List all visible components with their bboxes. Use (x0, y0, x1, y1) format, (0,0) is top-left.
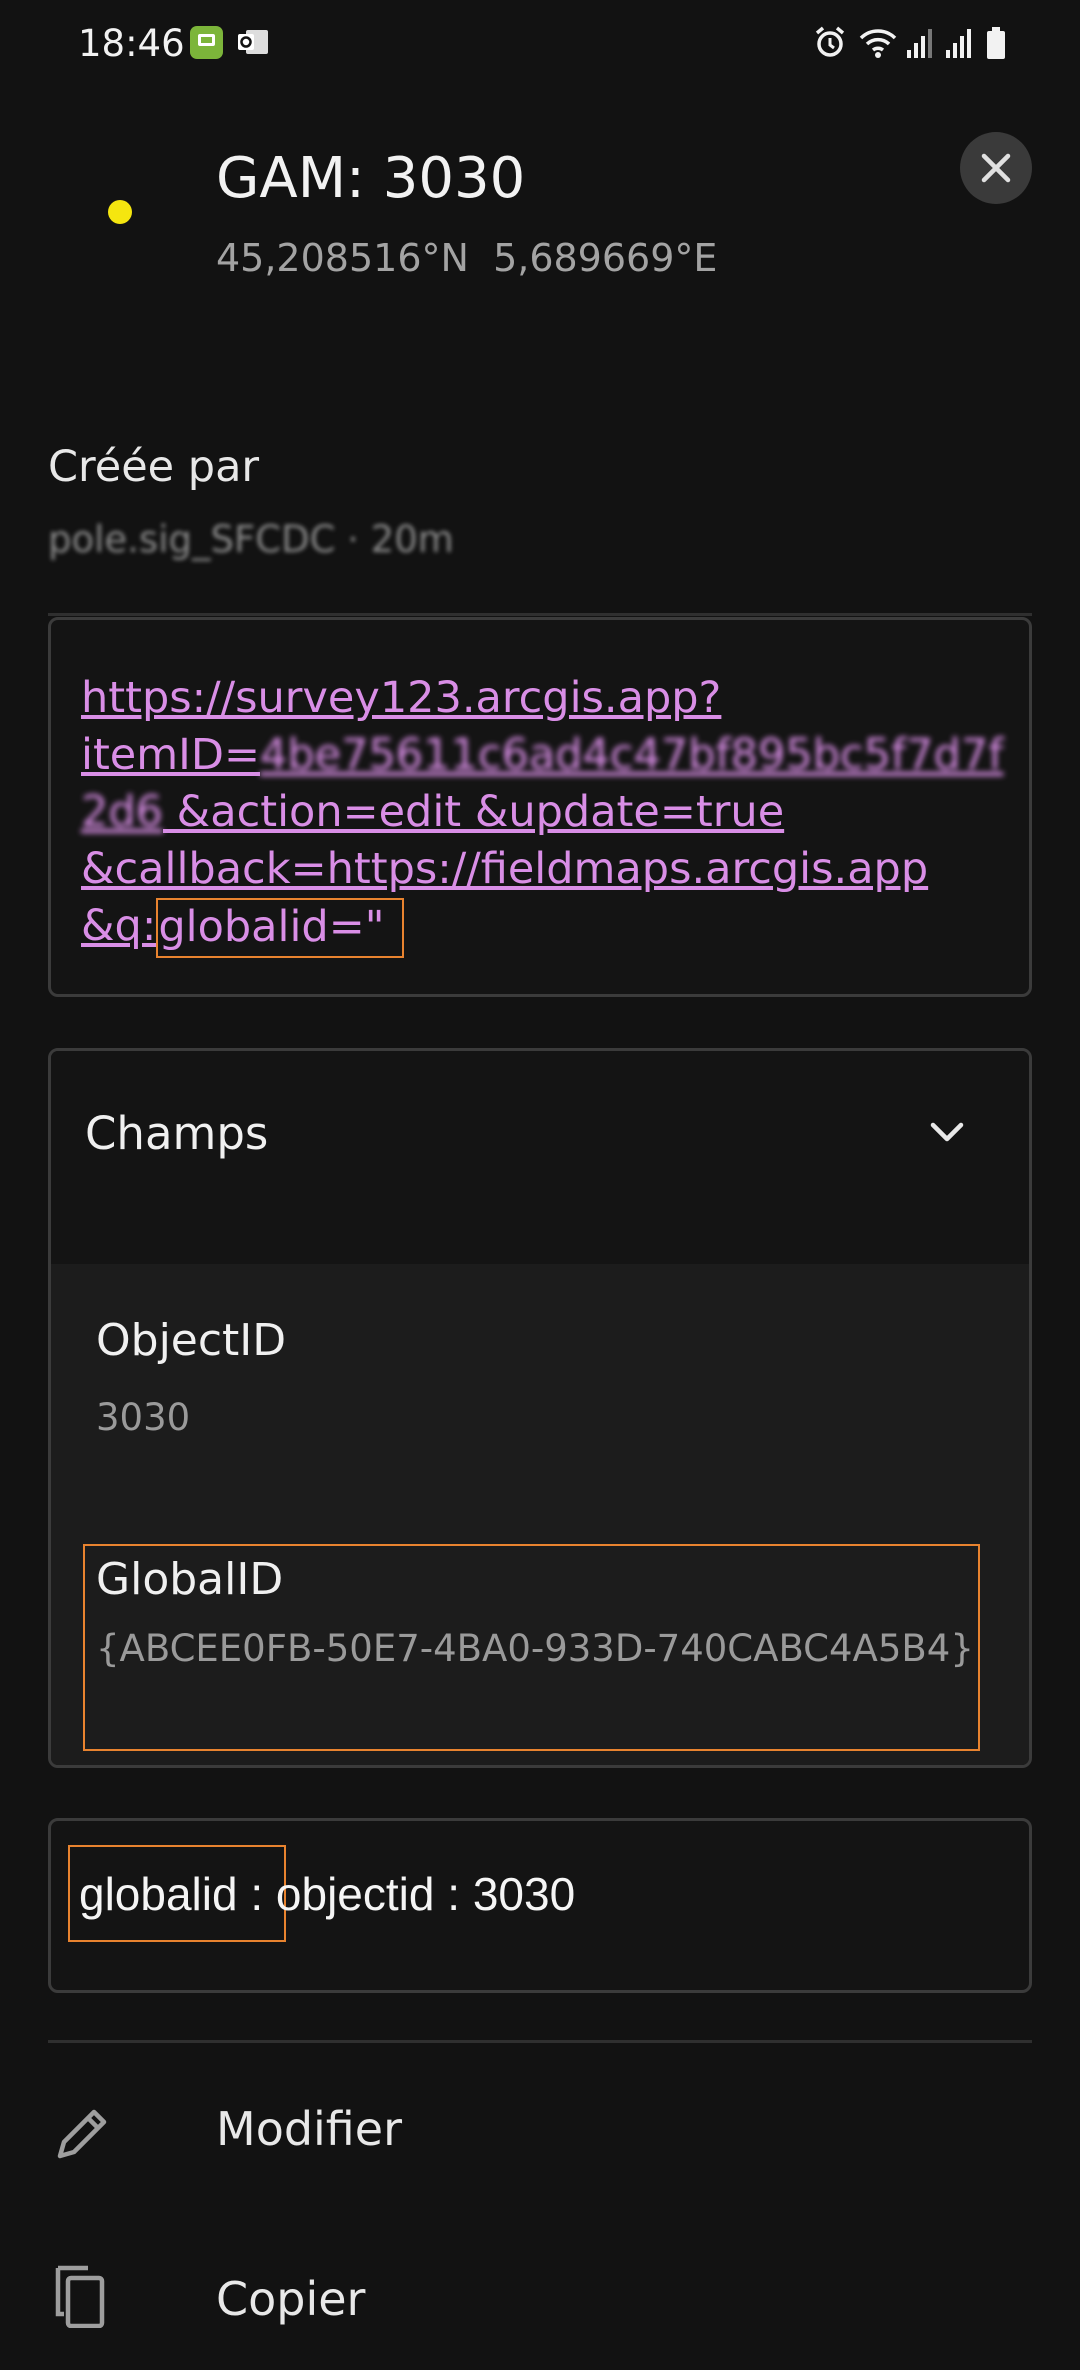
signal-icon (905, 26, 933, 64)
feature-title: GAM: 3030 (216, 146, 526, 211)
alarm-icon (812, 24, 848, 64)
fields-body: ObjectID 3030 GlobalID {ABCEE0FB-50E7-4B… (51, 1264, 1029, 1765)
summary-card: globalid : objectid : 3030 (48, 1818, 1032, 1993)
survey-link[interactable]: https://survey123.arcgis.app? itemID=4be7… (81, 670, 1011, 958)
copy-icon (52, 2258, 116, 2332)
feature-marker-icon (108, 200, 132, 224)
outlook-notification-icon (236, 26, 270, 59)
battery-icon (985, 26, 1007, 64)
close-icon (981, 153, 1011, 183)
messages-notification-icon (190, 26, 223, 59)
summary-text: globalid : objectid : 3030 (79, 1867, 575, 1921)
wifi-icon (858, 26, 898, 64)
chevron-down-icon[interactable] (927, 1111, 967, 1155)
objectid-value: 3030 (96, 1396, 191, 1439)
globalid-label: GlobalID (96, 1554, 284, 1605)
status-time: 18:46 (78, 22, 185, 65)
objectid-label: ObjectID (96, 1315, 287, 1366)
url-line: &callback=https://fieldmaps.arcgis.app (81, 844, 929, 894)
url-line: itemID= (81, 730, 260, 780)
modify-label: Modifier (216, 2102, 402, 2156)
copy-action[interactable]: Copier (0, 2230, 1080, 2370)
feature-coordinates: 45,208516°N 5,689669°E (216, 236, 718, 280)
summary-objectid: objectid : 3030 (275, 1868, 576, 1920)
modify-action[interactable]: Modifier (0, 2060, 1080, 2200)
url-line: &action=edit &update=true (163, 787, 785, 837)
created-by-label: Créée par (48, 442, 260, 492)
fields-section: Champs ObjectID 3030 GlobalID {ABCEE0FB-… (48, 1048, 1032, 1768)
close-button[interactable] (960, 132, 1032, 204)
fields-header[interactable]: Champs (51, 1051, 1029, 1264)
url-line: &q: (81, 901, 157, 951)
url-highlight: globalid=" (156, 898, 405, 958)
pencil-icon (54, 2102, 114, 2166)
created-by-value: pole.sig_SFCDC · 20m (48, 518, 454, 561)
fields-section-label: Champs (85, 1107, 269, 1160)
globalid-value: {ABCEE0FB-50E7-4BA0-933D-740CABC4A5B4} (96, 1627, 974, 1670)
copy-label: Copier (216, 2272, 366, 2326)
url-card: https://survey123.arcgis.app? itemID=4be7… (48, 617, 1032, 997)
divider (48, 2040, 1032, 2043)
summary-globalid: globalid : (79, 1868, 264, 1920)
url-line: https://survey123.arcgis.app? (81, 673, 722, 723)
divider (48, 613, 1032, 616)
signal-icon (944, 26, 972, 64)
